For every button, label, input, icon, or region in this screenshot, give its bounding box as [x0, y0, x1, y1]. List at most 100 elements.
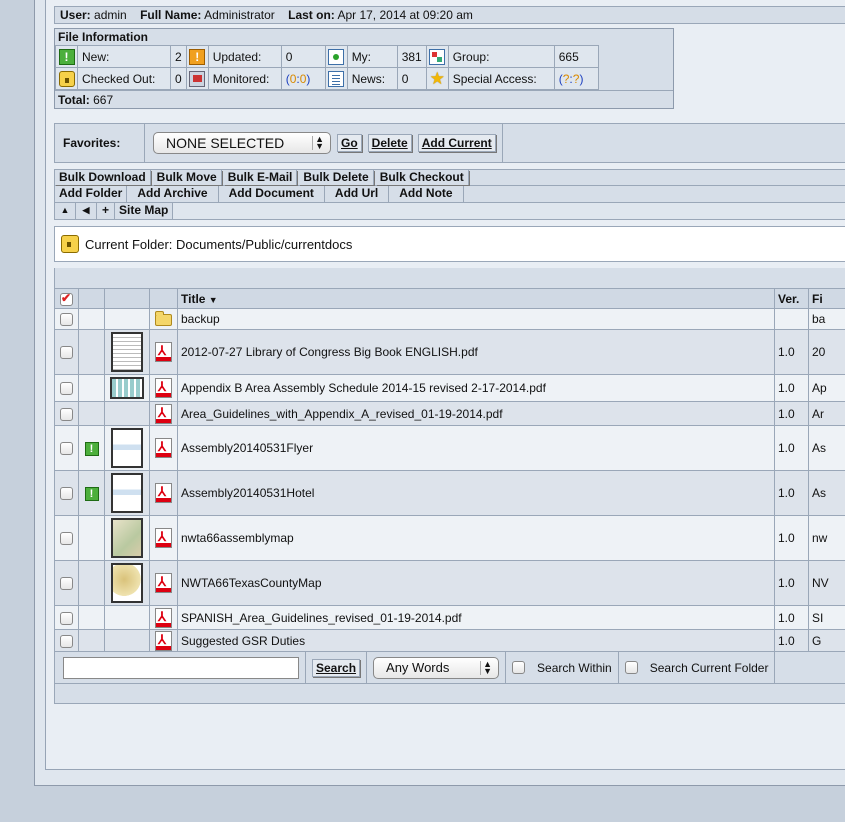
- search-input[interactable]: [63, 656, 299, 679]
- row-checkbox[interactable]: [60, 407, 73, 421]
- row-checkbox[interactable]: [60, 611, 73, 625]
- bulk-checkout-button[interactable]: Bulk Checkout: [376, 170, 469, 185]
- row-title[interactable]: backup: [177, 308, 775, 330]
- row-title[interactable]: Assembly20140531Hotel: [177, 470, 775, 516]
- bulk-move-button[interactable]: Bulk Move: [153, 170, 222, 185]
- checkedout-label: Checked Out:: [77, 67, 171, 90]
- folder-icon: [155, 310, 172, 326]
- news-count[interactable]: 0: [396, 67, 427, 90]
- title-column-header[interactable]: Title ▼: [177, 288, 775, 309]
- row-version: 1.0: [774, 560, 809, 606]
- table-row[interactable]: 2012-07-27 Library of Congress Big Book …: [54, 329, 845, 375]
- thumbnail-image[interactable]: [110, 377, 144, 399]
- row-checkbox[interactable]: [60, 346, 73, 360]
- search-button[interactable]: Search: [312, 658, 361, 677]
- pdf-icon[interactable]: [155, 483, 172, 503]
- outer-frame: User: admin Full Name: Administrator Las…: [34, 0, 845, 786]
- total-value: 667: [93, 93, 114, 107]
- table-row[interactable]: backup ba: [54, 308, 845, 330]
- new-count[interactable]: 2: [170, 45, 187, 68]
- pdf-icon[interactable]: [155, 573, 172, 593]
- pdf-icon[interactable]: [155, 607, 172, 628]
- table-row[interactable]: nwta66assemblymap 1.0 nw: [54, 515, 845, 561]
- row-title[interactable]: Appendix B Area Assembly Schedule 2014-1…: [177, 374, 775, 402]
- row-title[interactable]: Assembly20140531Flyer: [177, 425, 775, 471]
- row-version: [774, 308, 809, 330]
- site-map-button[interactable]: Site Map: [115, 203, 174, 219]
- search-current-folder-checkbox[interactable]: [624, 661, 638, 674]
- pdf-icon[interactable]: [155, 528, 172, 548]
- current-folder-path: Documents/Public/currentdocs: [176, 236, 353, 252]
- add-folder-button[interactable]: Add Folder: [55, 186, 128, 202]
- group-count[interactable]: 665: [553, 45, 599, 68]
- pdf-icon[interactable]: [155, 342, 172, 362]
- file-info-title: File Information: [58, 30, 148, 44]
- table-row[interactable]: NWTA66TexasCountyMap 1.0 NV: [54, 560, 845, 606]
- ver-column-header[interactable]: Ver.: [774, 288, 809, 309]
- row-checkbox[interactable]: [60, 634, 73, 648]
- row-checkbox[interactable]: [60, 577, 73, 591]
- checkedout-count[interactable]: 0: [170, 67, 187, 90]
- row-version: 1.0: [774, 374, 809, 402]
- search-within-checkbox[interactable]: [512, 661, 526, 674]
- row-checkbox[interactable]: [60, 487, 73, 501]
- delete-favorite-button[interactable]: Delete: [367, 134, 412, 152]
- add-current-button[interactable]: Add Current: [417, 134, 496, 152]
- favorites-select[interactable]: NONE SELECTED ▲ ▼: [153, 132, 331, 154]
- monitored-count[interactable]: (0:0): [280, 67, 326, 90]
- add-url-button[interactable]: Add Url: [325, 186, 390, 202]
- row-filename: SI: [808, 605, 845, 630]
- search-current-folder-label: Search Current Folder: [649, 660, 769, 675]
- bulk-download-button[interactable]: Bulk Download: [55, 170, 151, 185]
- table-row[interactable]: SPANISH_Area_Guidelines_revised_01-19-20…: [54, 605, 845, 630]
- back-arrow-icon[interactable]: ◀: [76, 203, 97, 219]
- pdf-icon[interactable]: [155, 630, 172, 651]
- pdf-icon[interactable]: [155, 438, 172, 458]
- thumbnail-image[interactable]: [111, 563, 143, 603]
- add-note-button[interactable]: Add Note: [389, 186, 464, 202]
- updated-count[interactable]: 0: [280, 45, 326, 68]
- table-row[interactable]: ! Assembly20140531Hotel 1.0 As: [54, 470, 845, 516]
- thumbnail-image[interactable]: [111, 428, 143, 468]
- table-row[interactable]: Suggested GSR Duties 1.0 G: [54, 629, 845, 652]
- table-row[interactable]: Area_Guidelines_with_Appendix_A_revised_…: [54, 401, 845, 426]
- file-column-header[interactable]: Fi: [808, 288, 845, 309]
- search-mode-select[interactable]: Any Words ▲ ▼: [373, 656, 500, 679]
- pdf-icon[interactable]: [155, 378, 172, 398]
- file-info-table: ! New: 2 ! Updated: 0 My: 381 Group: 665…: [55, 45, 599, 90]
- add-actions: Add Folder Add Archive Add Document Add …: [54, 186, 845, 203]
- row-title[interactable]: Area_Guidelines_with_Appendix_A_revised_…: [177, 401, 775, 426]
- content: User: admin Full Name: Administrator Las…: [54, 6, 845, 704]
- row-title[interactable]: NWTA66TexasCountyMap: [177, 560, 775, 606]
- user-label: User:: [60, 8, 91, 22]
- row-checkbox[interactable]: [60, 442, 73, 456]
- row-filename: G: [808, 629, 845, 652]
- up-arrow-icon[interactable]: ▲: [55, 203, 76, 219]
- table-row[interactable]: Appendix B Area Assembly Schedule 2014-1…: [54, 374, 845, 402]
- special-count[interactable]: (?:?): [553, 67, 599, 90]
- thumbnail-image[interactable]: [111, 473, 143, 513]
- bulk-delete-button[interactable]: Bulk Delete: [299, 170, 374, 185]
- go-button[interactable]: Go: [337, 134, 362, 152]
- thumbnail-image[interactable]: [111, 518, 143, 558]
- table-row[interactable]: ! Assembly20140531Flyer 1.0 As: [54, 425, 845, 471]
- search-bar: Search Any Words ▲ ▼ Search Within Search…: [54, 652, 845, 684]
- row-title[interactable]: SPANISH_Area_Guidelines_revised_01-19-20…: [177, 605, 775, 630]
- row-title[interactable]: 2012-07-27 Library of Congress Big Book …: [177, 329, 775, 375]
- row-title[interactable]: nwta66assemblymap: [177, 515, 775, 561]
- row-checkbox[interactable]: [60, 382, 73, 396]
- row-version: 1.0: [774, 425, 809, 471]
- file-table: Title ▼ Ver. Fi backup ba 2012-07-27 Lib…: [54, 288, 845, 652]
- pdf-icon[interactable]: [155, 403, 172, 424]
- row-title[interactable]: Suggested GSR Duties: [177, 629, 775, 652]
- plus-icon[interactable]: +: [97, 203, 115, 219]
- row-version: 1.0: [774, 515, 809, 561]
- my-count[interactable]: 381: [396, 45, 427, 68]
- select-all-checkbox[interactable]: [60, 291, 73, 306]
- add-archive-button[interactable]: Add Archive: [127, 186, 219, 202]
- add-document-button[interactable]: Add Document: [219, 186, 325, 202]
- bulk-email-button[interactable]: Bulk E-Mail: [224, 170, 298, 185]
- thumbnail-image[interactable]: [111, 332, 143, 372]
- row-checkbox[interactable]: [60, 532, 73, 546]
- row-checkbox[interactable]: [60, 313, 73, 327]
